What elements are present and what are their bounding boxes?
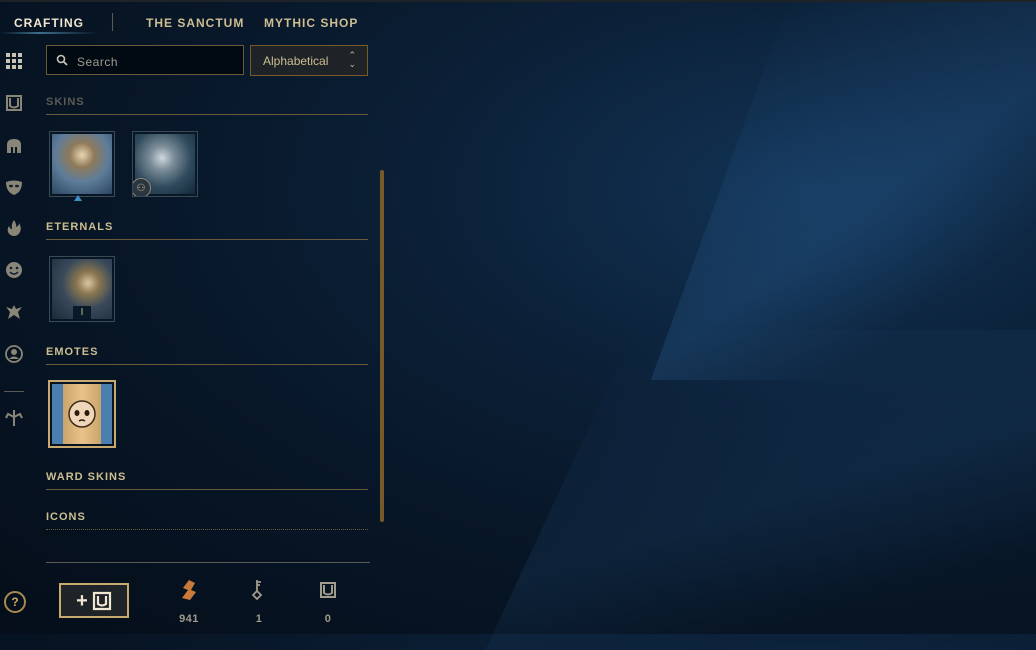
section-title-emotes: EMOTES: [46, 346, 99, 358]
section-title-icons: ICONS: [46, 511, 86, 523]
sort-selected-value: Alphabetical: [263, 54, 329, 68]
help-button[interactable]: ?: [4, 591, 26, 613]
top-tab-bar: CRAFTING THE SANCTUM MYTHIC SHOP: [0, 0, 420, 44]
flame-icon[interactable]: [4, 218, 24, 238]
chest-count: 0: [324, 613, 332, 625]
chevron-updown-icon: ⌃ ⌄: [348, 50, 356, 69]
active-tab-underline: [0, 32, 98, 34]
section-title-eternals: ETERNALS: [46, 221, 114, 233]
plus-icon: +: [76, 589, 88, 612]
selected-caret-icon: [74, 195, 82, 201]
currency-keys: 1: [244, 579, 274, 625]
list-scrollbar[interactable]: [380, 170, 384, 522]
key-count: 1: [255, 613, 263, 625]
search-input[interactable]: [75, 52, 239, 72]
eternal-count: I: [73, 306, 91, 319]
helmet-icon[interactable]: [4, 136, 24, 156]
add-chest-button[interactable]: +: [59, 583, 129, 618]
emote-face-icon: [68, 400, 96, 428]
footer-divider: [46, 562, 370, 563]
search-icon: [56, 54, 68, 66]
section-divider: [46, 114, 368, 115]
section-divider: [46, 489, 368, 490]
tab-mythic-shop[interactable]: MYTHIC SHOP: [264, 16, 358, 30]
eternal-tile[interactable]: I: [49, 256, 115, 322]
orange-essence-icon: [182, 580, 196, 600]
sidebar-divider: [4, 391, 24, 392]
orange-essence-count: 941: [179, 613, 199, 625]
grid-icon[interactable]: [4, 51, 24, 71]
mask-icon[interactable]: [4, 177, 24, 197]
section-title-ward-skins: WARD SKINS: [46, 471, 127, 483]
key-icon: [252, 580, 263, 601]
tab-the-sanctum[interactable]: THE SANCTUM: [146, 16, 244, 30]
sort-dropdown[interactable]: Alphabetical ⌃ ⌄: [250, 45, 368, 76]
tab-crafting[interactable]: CRAFTING: [14, 16, 84, 30]
ward-icon[interactable]: [4, 302, 24, 322]
branch-icon[interactable]: [4, 408, 24, 428]
search-box[interactable]: [46, 45, 244, 75]
currency-chests: 0: [313, 579, 343, 625]
section-divider: [46, 529, 368, 530]
summoner-icon[interactable]: [4, 344, 24, 364]
emote-tile[interactable]: [48, 380, 116, 448]
section-divider: [46, 239, 368, 240]
currency-orange-essence: 941: [174, 579, 204, 625]
chest-icon: [320, 582, 336, 598]
skin-tier-icon: ⚇: [133, 178, 151, 196]
section-divider: [46, 364, 368, 365]
chest-icon[interactable]: [4, 93, 24, 113]
tab-divider: [112, 13, 113, 31]
emote-icon[interactable]: [4, 260, 24, 280]
chest-icon: [92, 591, 111, 610]
skin-tile[interactable]: [49, 131, 115, 197]
section-title-skins: SKINS: [46, 96, 85, 108]
skin-tile[interactable]: ⚇: [132, 131, 198, 197]
